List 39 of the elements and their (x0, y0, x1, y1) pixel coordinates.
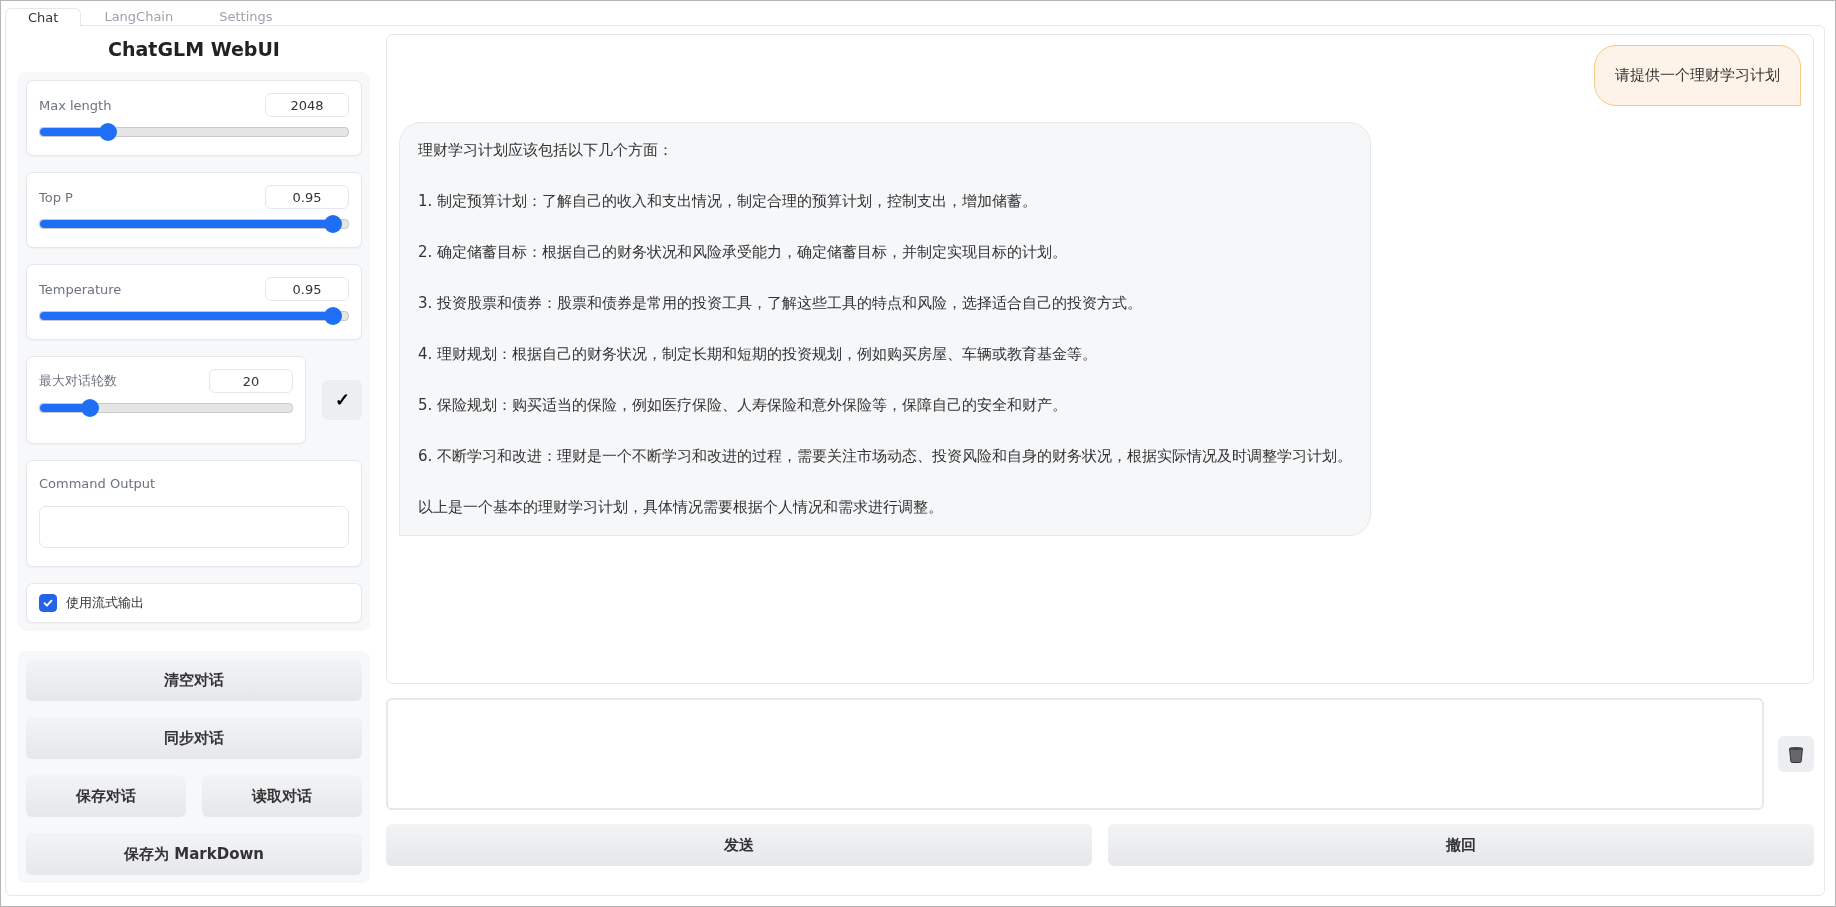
slider-label: Max length (39, 97, 112, 113)
slider-thumb[interactable] (81, 399, 100, 417)
action-button[interactable]: 发送 (386, 824, 1092, 866)
number-field[interactable]: 0.95 (265, 277, 349, 301)
action-button[interactable]: 读取对话 (202, 775, 362, 817)
number-field[interactable]: 0.95 (265, 185, 349, 209)
output-field[interactable] (39, 506, 349, 548)
message-text: 5. 保险规划：购买适当的保险，例如医疗保险、人寿保险和意外保险等，保障自己的安全和财产。 (418, 396, 1069, 415)
message-text: 4. 理财规划：根据自己的财务状况，制定长期和短期的投资规划，例如购买房屋、车辆或教育基金等。 (418, 345, 1099, 364)
trash-icon (1788, 745, 1804, 763)
slider-thumb[interactable] (98, 123, 117, 141)
action-button[interactable]: 保存为 MarkDown (26, 833, 362, 875)
message-text: 理财学习计划应该包括以下几个方面： (418, 141, 674, 160)
action-button[interactable]: 同步对话 (26, 717, 362, 759)
slider-label: 最大对话轮数 (39, 372, 117, 390)
check-icon (42, 597, 54, 609)
checkbox[interactable] (39, 594, 57, 612)
slider-label: Temperature (39, 281, 122, 297)
message-text: 1. 制定预算计划：了解自己的收入和支出情况，制定合理的预算计划，控制支出，增加储蓄。 (418, 192, 1039, 211)
action-button[interactable]: 清空对话 (26, 659, 362, 701)
clear-button[interactable] (1778, 736, 1814, 772)
app-title: ChatGLM WebUI (107, 38, 281, 60)
message-text: 6. 不断学习和改进：理财是一个不断学习和改进的过程，需要关注市场动态、投资风险和自身的财务状况，根据实际情况及时调整学习计划。 (418, 447, 1353, 466)
message-text: 2. 确定储蓄目标：根据自己的财务状况和风险承受能力，确定储蓄目标，并制定实现目标的计划。 (418, 243, 1069, 262)
action-button[interactable]: 保存对话 (26, 775, 186, 817)
slider-label: Top P (39, 189, 73, 205)
number-field[interactable]: 2048 (265, 93, 349, 117)
tab[interactable]: Chat (5, 8, 82, 26)
action-button[interactable]: 撤回 (1108, 824, 1814, 866)
message-text: 3. 投资股票和债券：股票和债券是常用的投资工具，了解这些工具的特点和风险，选择适合自己的投资方式。 (418, 294, 1144, 313)
checkbox-label: 使用流式输出 (66, 594, 144, 612)
message-text: 以上是一个基本的理财学习计划，具体情况需要根据个人情况和需求进行调整。 (418, 498, 944, 517)
slider-thumb[interactable] (323, 307, 342, 325)
field-label: Command Output (39, 476, 156, 491)
message-input[interactable] (386, 698, 1764, 810)
message-text: 请提供一个理财学习计划 (1615, 66, 1780, 85)
confirm-button[interactable]: ✓ (322, 380, 362, 420)
slider-thumb[interactable] (323, 215, 342, 233)
number-field[interactable]: 20 (209, 369, 293, 393)
